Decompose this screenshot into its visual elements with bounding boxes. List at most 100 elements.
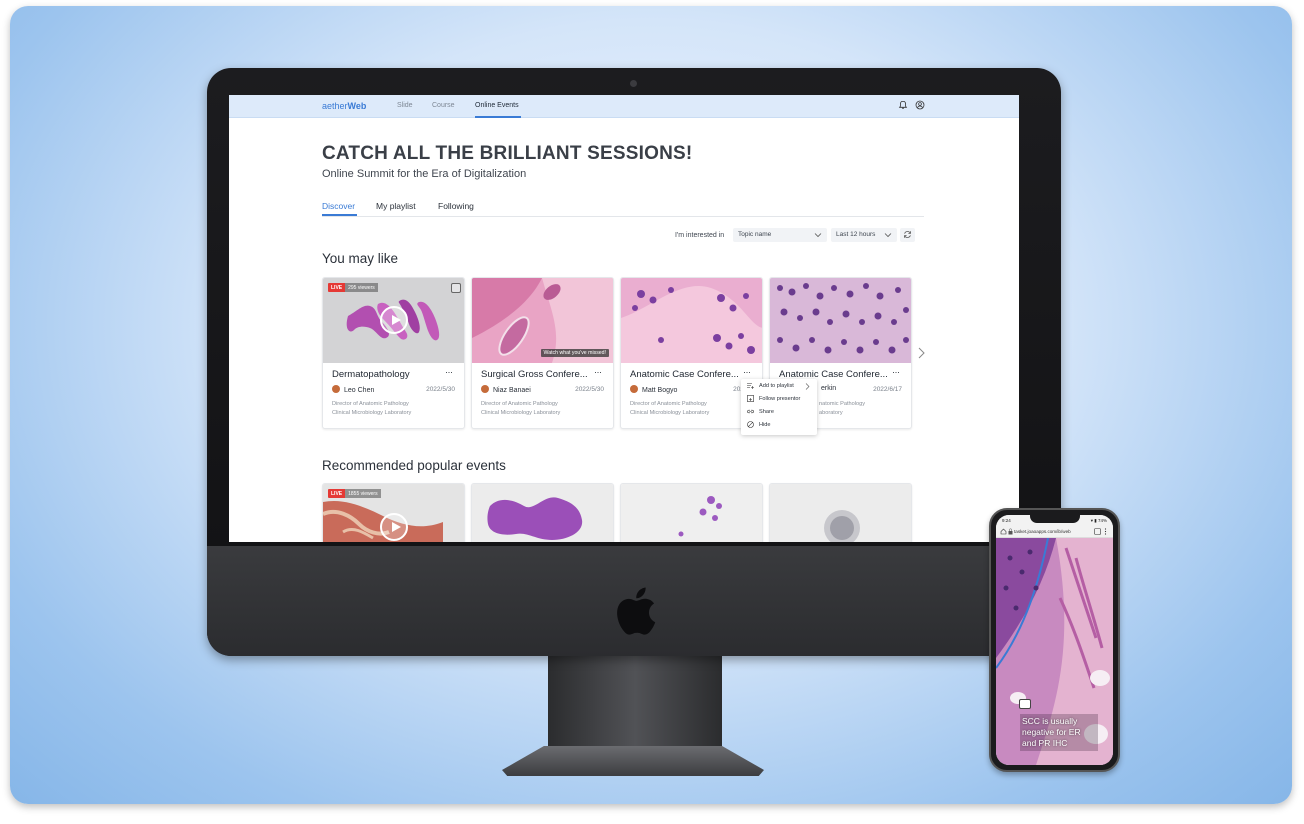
refresh-button[interactable] [900, 228, 915, 242]
phone-frame: 9:24 ▾ ▮ 74% tasket.joaoapps.com/ib/web [989, 508, 1120, 772]
imac-stand-neck [548, 656, 722, 752]
apple-logo-icon [617, 587, 656, 635]
nav-online-events[interactable]: Online Events [475, 102, 519, 109]
watch-missed-tag[interactable]: Watch what you've missed! [540, 349, 609, 357]
page-subtitle: Online Summit for the Era of Digitalizat… [322, 168, 527, 180]
user-circle-icon[interactable] [915, 100, 925, 110]
tab-active-indicator [322, 214, 357, 216]
bell-icon[interactable] [898, 100, 908, 110]
card-meta-line: Clinical Microbiology Laboratory [481, 409, 561, 416]
chevron-right-icon[interactable] [917, 347, 925, 359]
play-button[interactable] [380, 306, 408, 334]
card-meta-line: Director of Anatomic Pathology [332, 401, 409, 407]
annotation-text[interactable]: SCC is usually negative for ER and PR IH… [1020, 714, 1098, 751]
phone-notch [1030, 515, 1080, 523]
event-thumbnail[interactable]: Watch what you've missed! [472, 278, 613, 363]
play-button[interactable] [380, 513, 408, 541]
popular-event-card[interactable] [769, 483, 912, 542]
card-context-menu: Add to playlist Follow presentor Share H… [741, 379, 817, 435]
nav-course[interactable]: Course [432, 102, 455, 109]
event-thumbnail[interactable]: LIVE 295 viewers [323, 278, 464, 363]
slide-image [770, 278, 911, 363]
card-meta-line: natomic Pathology [819, 401, 866, 407]
popular-event-card[interactable] [471, 483, 614, 542]
phone-slide-viewer[interactable]: SCC is usually negative for ER and PR IH… [996, 538, 1113, 765]
card-meta-line: Clinical Microbiology Laboratory [332, 409, 412, 416]
tabs-divider [322, 216, 924, 217]
presenter[interactable]: Matt Bogyo [630, 385, 677, 394]
phone-status: ▾ ▮ 74% [1090, 518, 1107, 523]
more-vertical-icon[interactable] [1104, 528, 1107, 535]
brand-text-bold: Web [347, 101, 367, 111]
menu-add-to-playlist[interactable]: Add to playlist [747, 382, 794, 389]
live-label: LIVE [328, 489, 346, 498]
menu-hide[interactable]: Hide [747, 421, 771, 428]
menu-item-label: Hide [759, 421, 771, 428]
chevron-right-icon [805, 383, 810, 390]
live-label: LIVE [328, 283, 346, 292]
slide-image [472, 484, 613, 542]
section-you-may-like: You may like [322, 251, 399, 266]
imac-screen: aetherWeb Slide Course Online Events CAT… [229, 95, 1019, 542]
slide-image [621, 278, 762, 363]
card-meta: Director of Anatomic Pathology Clinical … [630, 400, 709, 417]
nav-slide[interactable]: Slide [397, 102, 413, 109]
background-card: aetherWeb Slide Course Online Events CAT… [10, 6, 1292, 804]
presenter[interactable]: Leo Chen [332, 385, 374, 394]
hide-icon [747, 421, 754, 428]
presenter-name: erkin [821, 385, 837, 392]
card-title[interactable]: Anatomic Case Confere... [630, 369, 739, 380]
card-meta: Director of Anatomic Pathology Clinical … [332, 400, 411, 417]
card-title[interactable]: Dermatopathology [332, 369, 410, 380]
annotation-marker-icon[interactable] [1019, 699, 1031, 709]
viewer-count: 295 viewers [345, 283, 378, 292]
event-thumbnail[interactable] [770, 278, 911, 363]
follow-icon [747, 395, 754, 402]
more-options-button[interactable]: ··· [743, 367, 751, 377]
viewer-count: 1855 viewers [345, 489, 381, 498]
filter-label: I'm interested in [675, 232, 725, 239]
more-options-button[interactable]: ··· [594, 367, 602, 377]
tab-following[interactable]: Following [438, 201, 474, 211]
presenter[interactable]: erkin [821, 385, 836, 392]
brand-text: aether [322, 101, 348, 111]
home-icon[interactable] [1000, 528, 1007, 535]
section-recommended: Recommended popular events [322, 458, 506, 473]
phone-screen: 9:24 ▾ ▮ 74% tasket.joaoapps.com/ib/web [996, 515, 1113, 765]
camera-dot [630, 80, 637, 87]
phone-time: 9:24 [1002, 518, 1011, 523]
card-date: 2022/5/30 [426, 386, 455, 393]
presenter-name: Niaz Banaei [493, 387, 531, 394]
link-icon [747, 409, 754, 414]
brand-logo[interactable]: aetherWeb [322, 101, 366, 111]
topic-select[interactable]: Topic name [733, 228, 827, 242]
menu-follow-presentor[interactable]: Follow presentor [747, 395, 800, 402]
card-date: 2022/6/17 [873, 386, 902, 393]
card-meta-line: Director of Anatomic Pathology [630, 401, 707, 407]
event-card[interactable]: Watch what you've missed! Surgical Gross… [471, 277, 614, 429]
tab-my-playlist[interactable]: My playlist [376, 201, 416, 211]
presenter-name: Leo Chen [344, 387, 375, 394]
event-card[interactable]: LIVE 295 viewers Dermatopathology ··· Le… [322, 277, 465, 429]
card-meta: Director of Anatomic Pathology Clinical … [481, 400, 560, 417]
phone-url-bar[interactable]: tasket.joaoapps.com/ib/web [996, 526, 1113, 538]
event-thumbnail[interactable] [621, 278, 762, 363]
more-options-button[interactable]: ··· [892, 367, 900, 377]
slide-image [770, 484, 911, 542]
presenter[interactable]: Niaz Banaei [481, 385, 531, 394]
more-options-button[interactable]: ··· [445, 367, 453, 377]
time-range-select[interactable]: Last 12 hours [831, 228, 897, 242]
popular-event-card[interactable]: LIVE 1855 viewers [322, 483, 465, 542]
card-meta-line: Clinical Microbiology Laboratory [630, 409, 710, 416]
topic-select-value: Topic name [738, 231, 772, 238]
menu-item-label: Follow presentor [759, 395, 801, 402]
tabs-icon[interactable] [1094, 528, 1101, 535]
presenter-name: Matt Bogyo [642, 387, 678, 394]
phone-url-text: tasket.joaoapps.com/ib/web [1014, 529, 1071, 534]
lock-icon [1008, 528, 1013, 535]
card-title[interactable]: Surgical Gross Confere... [481, 369, 588, 380]
avatar [630, 385, 638, 393]
popular-event-card[interactable] [620, 483, 763, 542]
menu-share[interactable]: Share [747, 408, 774, 415]
tab-discover[interactable]: Discover [322, 201, 355, 211]
